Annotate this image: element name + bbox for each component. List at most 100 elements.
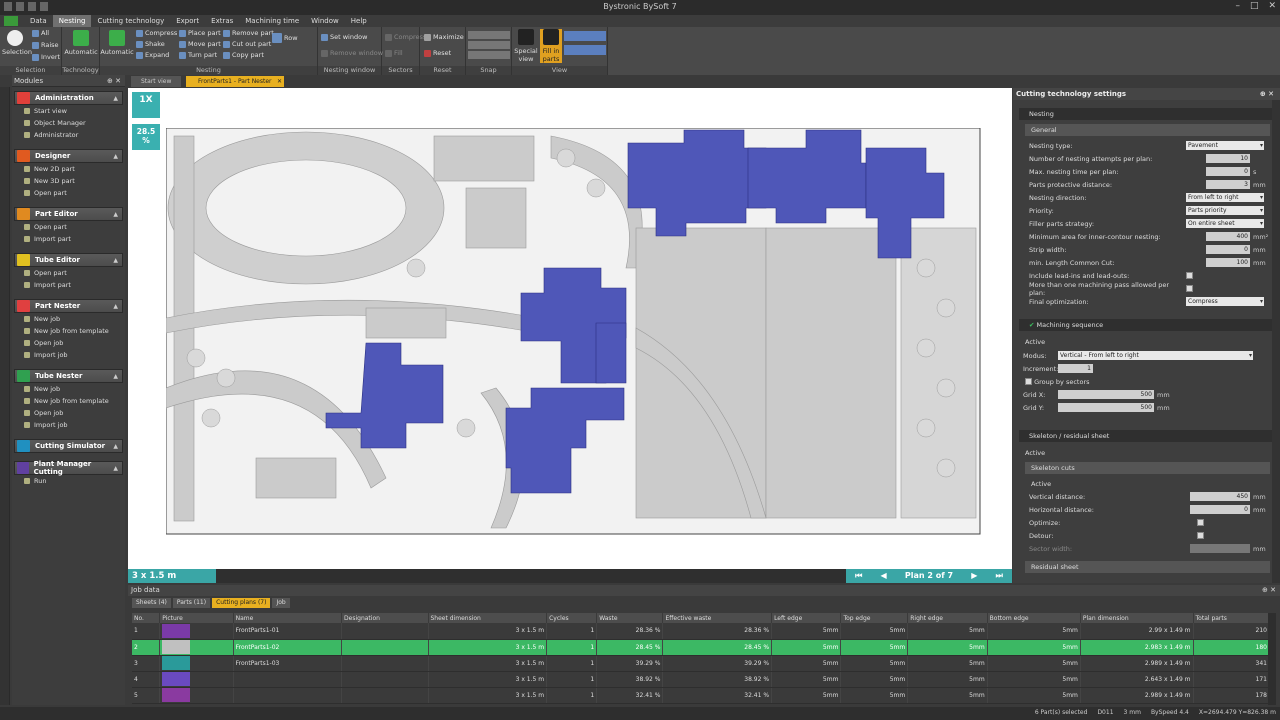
copy-part-button[interactable]: Copy part [223,51,264,59]
shake-button[interactable]: Shake [136,40,165,48]
sector-width-input[interactable] [1190,544,1250,553]
left-side-strip[interactable] [0,75,10,705]
view-buttons-row-2[interactable] [564,45,606,55]
module-item[interactable]: New job [14,313,123,325]
module-item[interactable]: Open job [14,337,123,349]
module-item[interactable]: Open job [14,407,123,419]
group-by-sectors-checkbox[interactable] [1025,378,1032,385]
special-view-button[interactable]: Special view [514,29,538,63]
section-nesting[interactable]: Nesting [1019,108,1274,120]
snap-row-1[interactable] [468,31,510,39]
module-item[interactable]: Open part [14,221,123,233]
menu-help[interactable]: Help [345,15,373,27]
modus-select[interactable]: Vertical - From left to right [1058,351,1253,360]
tab-part-nester[interactable]: FrontParts1 - Part Nester ✕ [186,76,284,87]
module-header[interactable]: Cutting Simulator ▲ [14,439,123,453]
module-header[interactable]: Administration ▲ [14,91,123,105]
table-row[interactable]: 1 FrontParts1-01 3 x 1.5 m 1 28.36 % 28.36 % 5… [132,623,1271,640]
collapse-icon[interactable]: ▲ [113,95,118,102]
setting-number-input[interactable]: 100 [1206,258,1250,267]
subsection-skeleton-cuts[interactable]: Skeleton cuts [1025,462,1270,474]
column-header[interactable]: Cycles [546,613,598,623]
expand-button[interactable]: Expand [136,51,169,59]
row-button[interactable]: Row [272,33,298,43]
select-all-button[interactable]: All [32,29,49,37]
collapse-icon[interactable]: ▲ [113,257,118,264]
collapse-icon[interactable]: ▲ [113,465,118,472]
snap-row-2[interactable] [468,41,510,49]
panel-pin-close-icon[interactable]: ⊕ ✕ [1260,88,1274,100]
compress-button[interactable]: Compress [136,29,177,37]
column-header[interactable]: Designation [341,613,429,623]
column-header[interactable]: Bottom edge [987,613,1081,623]
skeleton-active-row[interactable]: Active [1025,447,1264,458]
module-item[interactable]: New job from template [14,395,123,407]
column-header[interactable]: Waste [596,613,664,623]
table-row[interactable]: 53 x 1.5 m 1 32.41 % 32.41 % 5mm 5mm 5mm 5mm 2.9… [132,687,1271,704]
table-row[interactable]: 2 FrontParts1-02 3 x 1.5 m 1 28.45 % 28.45 % 5… [132,639,1271,656]
next-plan-icon[interactable]: ▶ [971,569,977,583]
module-item[interactable]: Object Manager [14,117,123,129]
optimize-checkbox[interactable] [1197,519,1204,526]
remove-window-button[interactable]: Remove window [321,49,383,57]
column-header[interactable]: Total parts [1193,613,1271,623]
module-header[interactable]: Part Nester ▲ [14,299,123,313]
tab-cutting-plans[interactable]: Cutting plans (7) [212,598,271,608]
machining-active-row[interactable]: Active [1025,336,1264,347]
setting-number-input[interactable]: 0 [1206,167,1250,176]
column-header[interactable]: Sheet dimension [428,613,548,623]
column-header[interactable]: Plan dimension [1080,613,1194,623]
column-header[interactable]: Right edge [907,613,988,623]
module-item[interactable]: Open part [14,267,123,279]
section-skeleton[interactable]: Skeleton / residual sheet [1019,430,1274,442]
module-header[interactable]: Plant Manager Cutting ▲ [14,460,123,476]
maximize-icon[interactable]: □ [1250,1,1259,11]
minimize-icon[interactable]: – [1235,1,1240,11]
increment-input[interactable]: 1 [1058,364,1093,373]
nesting-canvas[interactable]: 1X 28.5 % [128,88,1012,583]
setting-checkbox[interactable] [1186,285,1193,292]
view-buttons-row-1[interactable] [564,31,606,41]
place-part-button[interactable]: Place part [179,29,221,37]
snap-row-3[interactable] [468,51,510,59]
setting-checkbox[interactable] [1186,272,1193,279]
module-item[interactable]: New 3D part [14,175,123,187]
invert-button[interactable]: Invert [32,53,60,61]
app-logo-icon[interactable] [4,16,18,26]
subsection-residual-sheet[interactable]: Residual sheet [1025,561,1270,573]
turn-part-button[interactable]: Turn part [179,51,217,59]
move-part-button[interactable]: Move part [179,40,221,48]
tab-sheets[interactable]: Sheets (4) [132,598,171,608]
module-item[interactable]: Start view [14,105,123,117]
table-row[interactable]: 43 x 1.5 m 1 38.92 % 38.92 % 5mm 5mm 5mm 5mm 2.6… [132,671,1271,688]
grid-y-input[interactable]: 500 [1058,403,1154,412]
column-header[interactable]: No. [132,613,161,623]
close-icon[interactable]: ✕ [1268,1,1276,11]
module-item[interactable]: New job from template [14,325,123,337]
vertical-distance-input[interactable]: 450 [1190,492,1250,501]
tab-start-view[interactable]: Start view [131,76,181,87]
close-tab-icon[interactable]: ✕ [277,76,282,87]
tab-job[interactable]: Job [272,598,290,608]
setting-select[interactable]: Compress [1186,297,1264,306]
collapse-icon[interactable]: ▲ [113,303,118,310]
menu-window[interactable]: Window [305,15,345,27]
setting-select[interactable]: Parts priority [1186,206,1264,215]
collapse-icon[interactable]: ▲ [113,153,118,160]
setting-number-input[interactable]: 0 [1206,245,1250,254]
module-item[interactable]: Import job [14,419,123,431]
remove-part-button[interactable]: Remove part [223,29,274,37]
table-row[interactable]: 3 FrontParts1-03 3 x 1.5 m 1 39.29 % 39.29 % 5… [132,655,1271,672]
menu-export[interactable]: Export [170,15,205,27]
module-item[interactable]: Import part [14,233,123,245]
job-pin-close-icon[interactable]: ⊕ ✕ [1262,585,1276,596]
section-machining-sequence[interactable]: ✔ Machining sequence [1019,319,1274,331]
raise-button[interactable]: Raise [32,41,59,49]
module-header[interactable]: Part Editor ▲ [14,207,123,221]
column-header[interactable]: Name [233,613,343,623]
module-item[interactable]: New job [14,383,123,395]
setting-number-input[interactable]: 10 [1206,154,1250,163]
module-item[interactable]: Import part [14,279,123,291]
menu-cutting-technology[interactable]: Cutting technology [91,15,170,27]
skeleton-cuts-active-row[interactable]: Active [1031,478,1264,489]
